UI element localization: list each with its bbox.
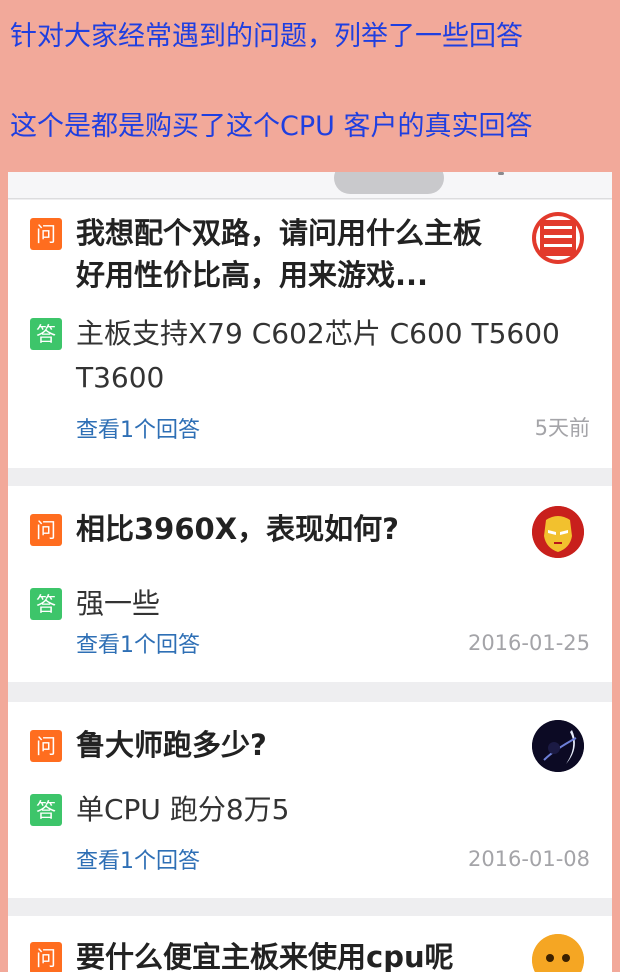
top-bar [8,172,612,199]
yellow-face-avatar-icon[interactable] [532,934,584,972]
qa-card[interactable]: 问 相比3960X，表现如何? 答 强一些 查看1个回答 2016-01-25 [8,486,612,682]
answer-time: 2016-01-08 [467,847,590,871]
scroll-pill [334,172,444,194]
answer-text: 强一些 [76,587,161,620]
ironman-mask-icon [532,506,584,558]
answer-badge: 答 [30,318,62,350]
indicator-dot [498,172,504,175]
view-answers-link[interactable]: 查看1个回答 [76,848,200,876]
answer-text: 单CPU 跑分8万5 [76,793,290,826]
answer-time: 2016-01-25 [467,631,590,655]
dark-planet-avatar-icon[interactable] [532,720,584,772]
smiley-face-icon [532,934,584,972]
red-seal-avatar-icon[interactable] [532,212,584,264]
answer-badge: 答 [30,794,62,826]
banner-line-1: 针对大家经常遇到的问题，列举了一些回答 [10,21,523,52]
banner: 针对大家经常遇到的问题，列举了一些回答 这个是都是购买了这个CPU 客户的真实回… [0,0,620,172]
question-badge: 问 [30,942,62,972]
question-text[interactable]: 我想配个双路，请问用什么主板好用性价比高，用来游戏... [76,212,506,296]
ironman-avatar-icon[interactable] [532,506,584,558]
question-badge: 问 [30,218,62,250]
avatar-seal-mark [544,226,572,229]
qa-card[interactable]: 问 要什么便宜主板来使用cpu呢 [8,916,612,972]
answer-time: 5天前 [534,416,590,440]
question-badge: 问 [30,514,62,546]
view-answers-link[interactable]: 查看1个回答 [76,632,200,660]
qa-card[interactable]: 问 我想配个双路，请问用什么主板好用性价比高，用来游戏... 答 主板支持X79… [8,200,612,468]
question-badge: 问 [30,730,62,762]
question-text[interactable]: 相比3960X，表现如何? [76,508,506,550]
banner-line-2: 这个是都是购买了这个CPU 客户的真实回答 [10,111,533,142]
view-answers-link[interactable]: 查看1个回答 [76,417,200,445]
question-text[interactable]: 要什么便宜主板来使用cpu呢 [76,936,516,972]
planet-orbit-icon [532,720,584,772]
qa-card[interactable]: 问 鲁大师跑多少? 答 单CPU 跑分8万5 查看1个回答 2016-01-08 [8,702,612,898]
answer-text: 主板支持X79 C602芯片 C600 T5600 T3600 [76,317,560,394]
question-text[interactable]: 鲁大师跑多少? [76,724,506,766]
qa-screen: 问 我想配个双路，请问用什么主板好用性价比高，用来游戏... 答 主板支持X79… [8,172,612,972]
answer-badge: 答 [30,588,62,620]
